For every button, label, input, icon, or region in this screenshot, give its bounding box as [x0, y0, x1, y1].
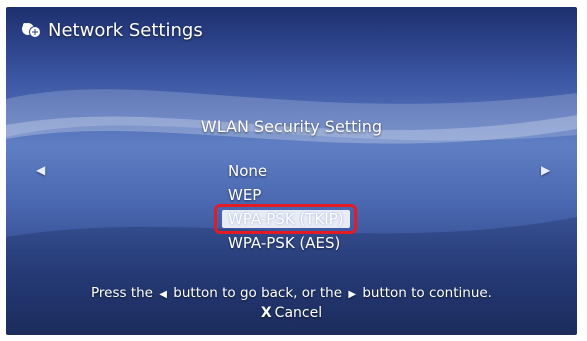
nav-left-arrow-icon[interactable]: ◀ [36, 163, 45, 177]
psp-screen: Network Settings WLAN Security Setting ◀… [6, 7, 577, 335]
page-title: Network Settings [48, 19, 203, 41]
back-arrow-icon: ◀ [159, 289, 167, 300]
option-wpa-psk-aes[interactable]: WPA-PSK (AES) [228, 231, 350, 255]
security-options-list: None WEP WPA-PSK (TKIP) WPA-PSK (AES) [214, 159, 357, 255]
cross-icon: X [260, 305, 272, 321]
nav-right-arrow-icon[interactable]: ▶ [541, 163, 550, 177]
title-bar: Network Settings [20, 19, 203, 41]
forward-arrow-icon: ▶ [348, 289, 357, 300]
cancel-button[interactable]: X Cancel [6, 305, 577, 321]
network-settings-icon [22, 23, 41, 38]
section-heading: WLAN Security Setting [200, 117, 383, 136]
navigation-hint: Press the ◀ button to go back, or the ▶ … [91, 285, 492, 301]
option-wpa-psk-tkip[interactable]: WPA-PSK (TKIP) [214, 204, 357, 234]
cancel-label: Cancel [274, 305, 323, 321]
option-none[interactable]: None [228, 159, 350, 183]
